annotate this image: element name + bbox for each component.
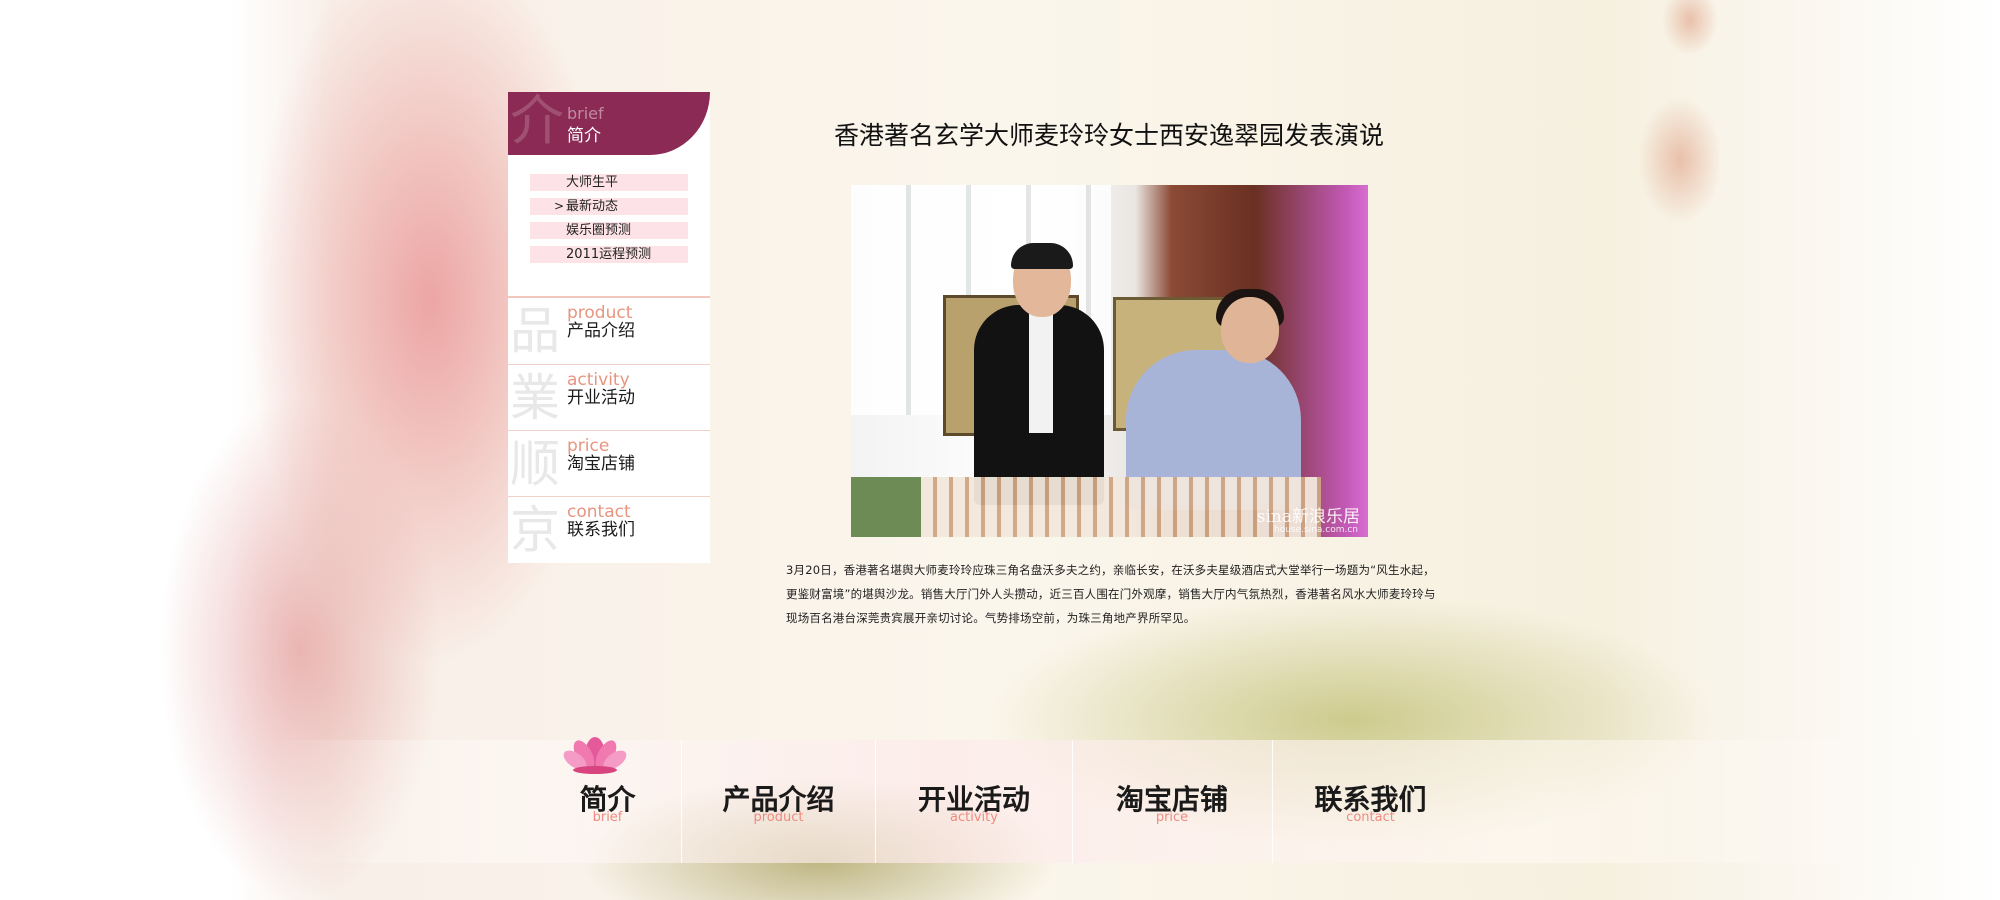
seal-character: 品 (510, 302, 560, 360)
bottom-nav-brief[interactable]: 简介 brief (535, 740, 680, 863)
article-body: 3月20日，香港著名堪舆大师麦玲玲应珠三角名盘沃多夫之约，亲临长安，在沃多夫星级… (786, 563, 1436, 625)
sidebar-item-product[interactable]: 品 product 产品介绍 (508, 296, 710, 364)
bottom-nav-product[interactable]: 产品介绍 product (682, 740, 875, 863)
sidebar-item-activity[interactable]: 業 activity 开业活动 (508, 364, 710, 431)
bottom-nav-shop[interactable]: 淘宝店铺 price (1073, 740, 1271, 863)
nav-chinese-label: 产品介绍 (567, 321, 635, 341)
article-photo: sina新浪乐居 house.sina.com.cn (851, 185, 1368, 537)
sidebar-item-contact[interactable]: 京 contact 联系我们 (508, 496, 710, 563)
submenu-item-biography[interactable]: 大师生平 (530, 174, 688, 191)
brief-submenu: 大师生平 > 最新动态 娱乐圈预测 2011运程预测 (530, 174, 688, 270)
submenu-item-label: 2011运程预测 (566, 247, 652, 262)
photo-woman-head (1221, 297, 1279, 363)
nav-chinese-label: 开业活动 (567, 388, 635, 408)
sidebar-item-price[interactable]: 顺 price 淘宝店铺 (508, 430, 710, 497)
active-arrow-icon: > (554, 199, 565, 213)
bottom-nav-contact[interactable]: 联系我们 contact (1273, 740, 1468, 863)
seal-character: 京 (510, 501, 560, 559)
photo-watermark-logo: sina新浪乐居 (1256, 507, 1360, 527)
bottom-nav-english-label: price (1155, 810, 1189, 825)
photo-plants (851, 477, 921, 537)
submenu-item-entertainment-forecast[interactable]: 娱乐圈预测 (530, 222, 688, 239)
bottom-nav-english-label: product (753, 810, 804, 825)
bottom-nav-english-label: activity (950, 810, 998, 825)
brief-header[interactable]: 介 brief 简介 (508, 92, 710, 155)
submenu-item-label: 大师生平 (566, 175, 619, 190)
seal-character: 介 (510, 92, 564, 152)
bottom-nav-english-label: brief (592, 810, 623, 825)
submenu-item-2011-forecast[interactable]: 2011运程预测 (530, 246, 688, 263)
brief-chinese-label: 简介 (567, 126, 601, 146)
photo-man-hair (1011, 243, 1073, 269)
submenu-item-label: 最新动态 (566, 199, 619, 214)
photo-man-shirt (1029, 313, 1053, 433)
seal-character: 顺 (510, 435, 560, 493)
article-title: 香港著名玄学大师麦玲玲女士西安逸翠园发表演说 (834, 121, 1385, 150)
nav-chinese-label: 淘宝店铺 (567, 454, 635, 474)
nav-chinese-label: 联系我们 (567, 520, 635, 540)
left-sidebar: 介 brief 简介 大师生平 > 最新动态 娱乐圈预测 2011运程预测 品 … (508, 92, 710, 563)
bottom-nav-english-label: contact (1346, 810, 1395, 825)
bottom-nav-activity[interactable]: 开业活动 activity (876, 740, 1072, 863)
submenu-item-label: 娱乐圈预测 (566, 223, 632, 238)
seal-character: 業 (510, 369, 560, 427)
submenu-item-latest-news[interactable]: > 最新动态 (530, 198, 688, 215)
photo-watermark-url: house.sina.com.cn (1273, 525, 1358, 535)
